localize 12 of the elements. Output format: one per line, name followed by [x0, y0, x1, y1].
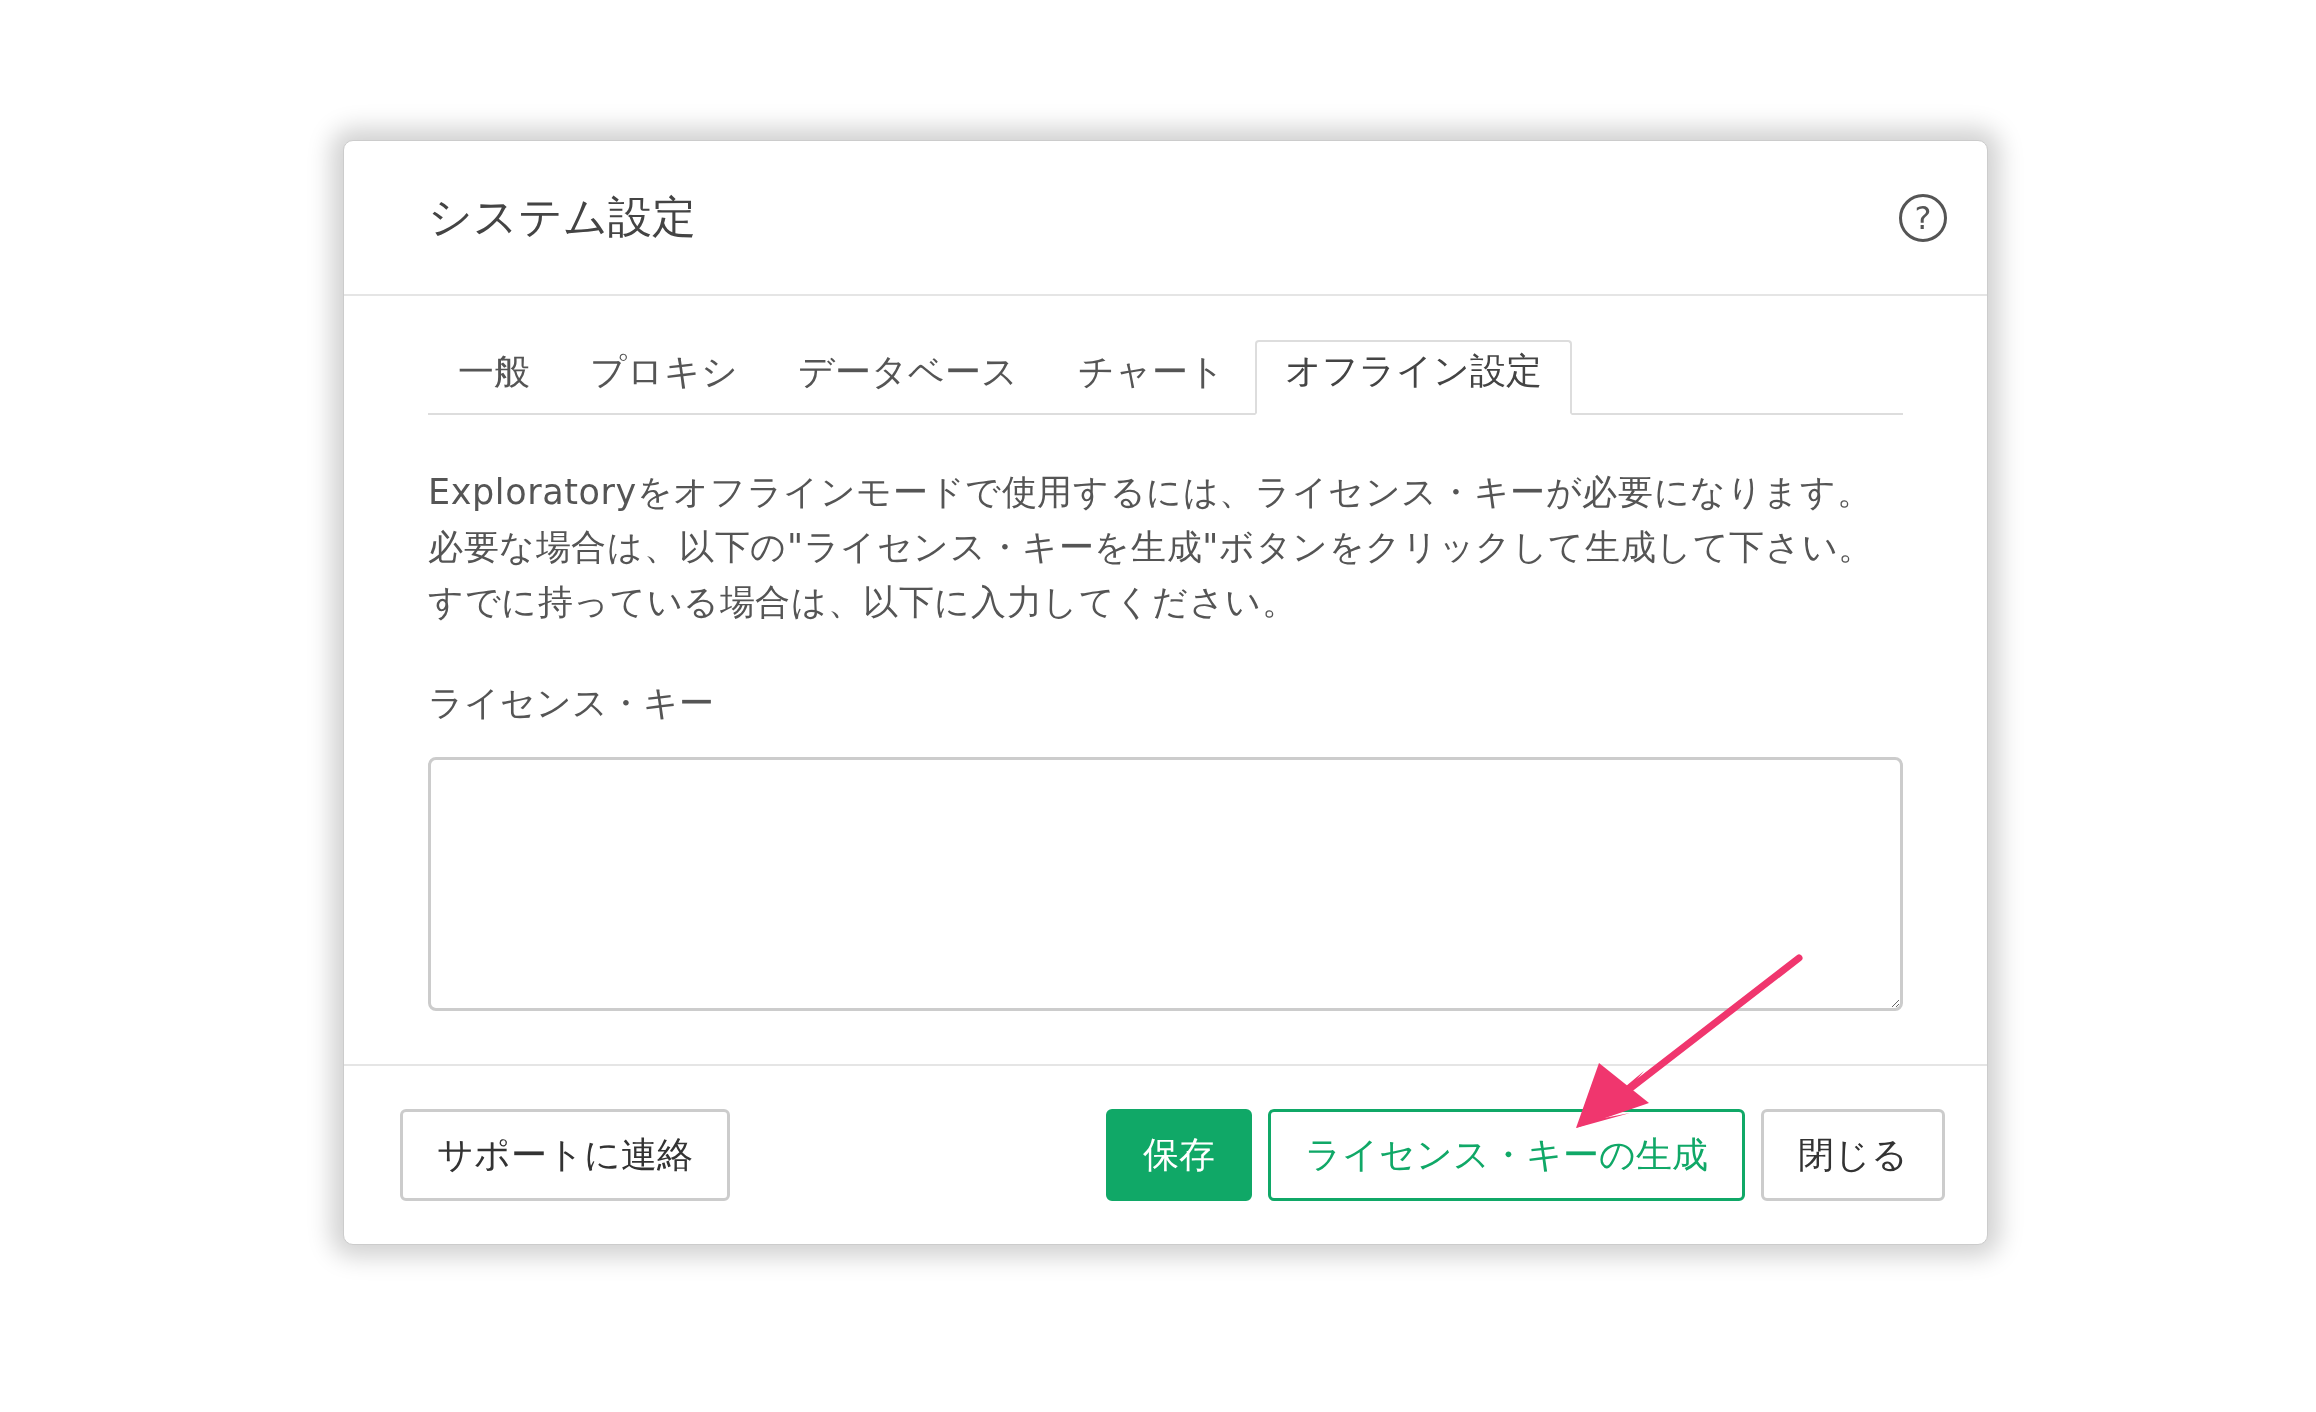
help-button[interactable]: ? — [1899, 193, 1947, 242]
tab[interactable]: オフライン設定 — [1255, 340, 1572, 415]
tab[interactable]: チャート — [1048, 340, 1255, 415]
footer-button[interactable]: サポートに連絡 — [400, 1109, 730, 1201]
description-text: Exploratoryをオフラインモードで使用するには、ライセンス・キーが必要になります。必要な場合は、以下の"ライセンス・キーを生成"ボタンをクリックして生成して下さい。すでに持っている場合は、以下に入力してください。 — [428, 471, 1875, 624]
tab[interactable]: 一般 — [428, 340, 560, 415]
license-key-field[interactable] — [428, 757, 1903, 1011]
tab[interactable]: データベース — [768, 340, 1048, 415]
license-key-label: ライセンス・キー — [428, 682, 715, 725]
footer-button[interactable]: 閉じる — [1761, 1109, 1945, 1201]
tab[interactable]: プロキシ — [560, 340, 768, 415]
dialog-title: システム設定 — [428, 190, 696, 244]
